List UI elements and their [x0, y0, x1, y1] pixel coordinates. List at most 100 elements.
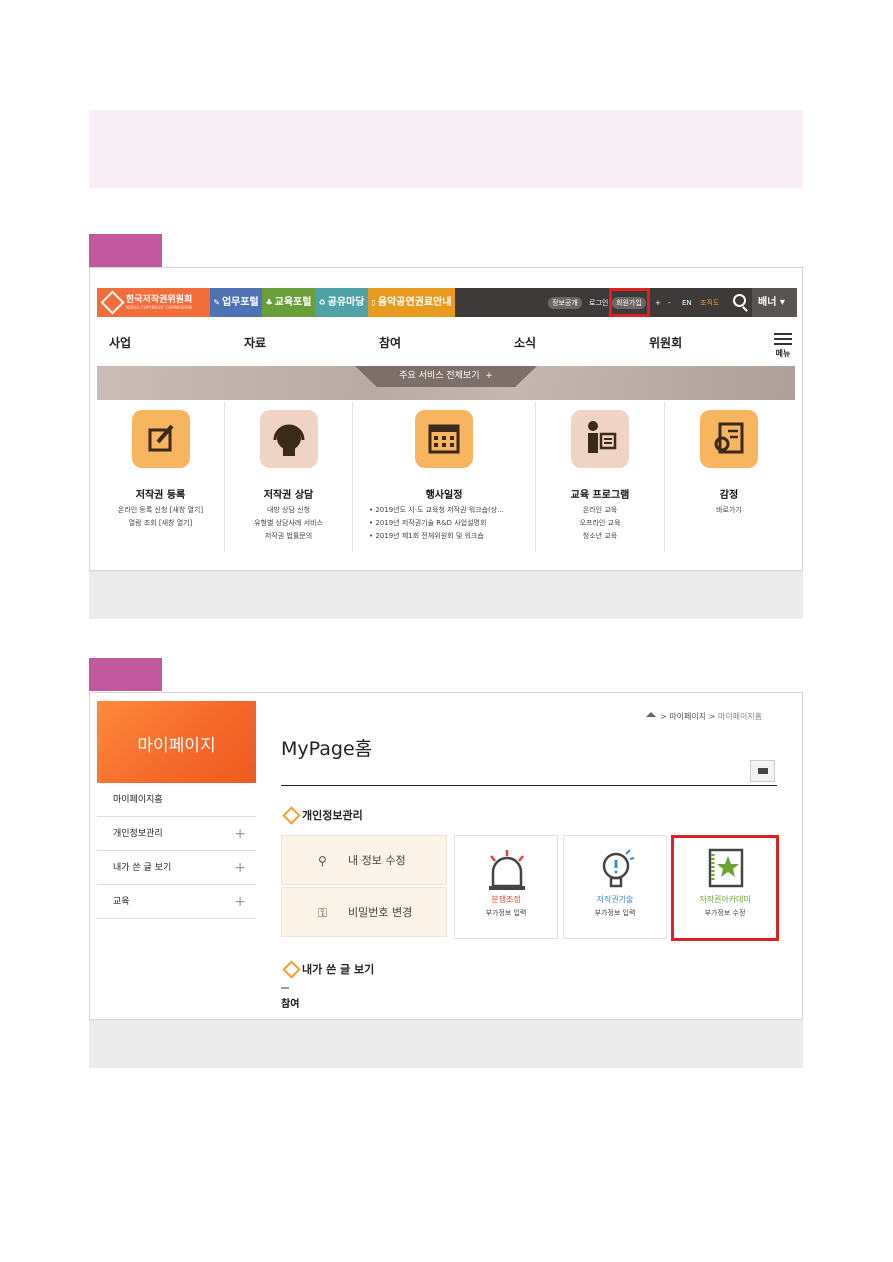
nav-committee[interactable]: 위원회: [649, 334, 682, 351]
service-link[interactable]: 내방 상담 신청: [225, 504, 352, 517]
document-search-icon: [700, 410, 758, 468]
edit-icon: [131, 410, 190, 468]
print-button[interactable]: [750, 760, 775, 782]
signup-highlight: [609, 288, 650, 317]
sidebar-title: 마이페이지: [137, 736, 216, 756]
banner-label: 배너: [758, 297, 777, 308]
sidebar-header: 마이페이지: [97, 701, 256, 783]
service-consulting[interactable]: 저작권 상담 내방 상담 신청 유형별 상담사례 서비스 저작권 법률문의: [225, 402, 353, 552]
headset-icon: [259, 410, 318, 468]
home-icon[interactable]: [646, 712, 656, 717]
title-divider: [281, 785, 777, 786]
sidebar-item-mypage-home[interactable]: 마이페이지홈: [97, 783, 256, 817]
menu-button[interactable]: 메뉴: [774, 333, 792, 359]
tab-participation[interactable]: 참여: [281, 995, 299, 1010]
top-bar: 한국저작권위원회 KOREA COPYRIGHT COMMISSION ✎ 업무포…: [97, 288, 797, 317]
card-dispute-mediation[interactable]: 분쟁조정 부가정보 입력: [454, 835, 558, 939]
breadcrumb-item: 마이페이지홈: [717, 712, 763, 721]
plus-icon[interactable]: +: [234, 885, 246, 919]
caption-bar-2: [89, 1020, 803, 1068]
teacher-icon: [571, 410, 629, 468]
homepage-screenshot: 한국저작권위원회 KOREA COPYRIGHT COMMISSION ✎ 업무포…: [89, 267, 803, 571]
service-title: 감정: [719, 490, 739, 501]
breadcrumb-item[interactable]: 마이페이지: [669, 712, 706, 721]
link-org-chart[interactable]: 조직도: [700, 297, 719, 309]
mic-icon: ♣: [265, 298, 273, 307]
service-link[interactable]: 온라인 등록 신청 [새창 열기]: [97, 504, 224, 517]
service-title: 교육 프로그램: [570, 490, 630, 501]
nav-business[interactable]: 사업: [109, 334, 131, 351]
service-education[interactable]: 교육 프로그램 온라인 교육 오프라인 교육 청소년 교육: [536, 402, 665, 552]
portal-label: 음악공연권료안내: [377, 297, 452, 308]
service-link[interactable]: 열람 조회 [새창 열기]: [97, 517, 224, 530]
service-title: 저작권 등록: [135, 490, 186, 501]
sidebar-item-education[interactable]: 교육 +: [97, 885, 256, 919]
event-item[interactable]: • 2019년 제1회 전체위원회 및 워크숍: [353, 530, 535, 543]
zoom-in-button[interactable]: +: [655, 297, 661, 309]
service-band: 주요 서비스 전체보기 +: [97, 366, 795, 400]
edit-my-info-button[interactable]: ⚲ 내 정보 수정: [281, 835, 447, 885]
service-link[interactable]: 오프라인 교육: [536, 517, 664, 530]
zoom-out-button[interactable]: -: [668, 297, 671, 309]
event-item[interactable]: • 2019년도 시·도 교육청 저작권 워크숍(상...: [353, 504, 535, 517]
nav-participate[interactable]: 참여: [379, 334, 401, 351]
button-label: 비밀번호 변경: [348, 906, 413, 919]
link-english[interactable]: EN: [682, 297, 692, 309]
section-title-my-posts: 내가 쓴 글 보기: [285, 961, 374, 977]
service-appraisal[interactable]: 감정 바로가기: [665, 402, 793, 552]
caret-down-icon: ▾: [779, 297, 785, 308]
service-events[interactable]: 행사일정 • 2019년도 시·도 교육청 저작권 워크숍(상... • 201…: [353, 402, 536, 552]
section-tag-1: [89, 234, 162, 267]
section-tag-2: [89, 658, 162, 691]
hamburger-icon: [774, 333, 792, 335]
service-title: 행사일정: [425, 490, 463, 501]
menu-label: 메뉴: [775, 349, 791, 358]
calendar-icon: [415, 410, 473, 468]
service-link[interactable]: 유형별 상담사례 서비스: [225, 517, 352, 530]
sidebar-item-personal-info[interactable]: 개인정보관리 +: [97, 817, 256, 851]
portal-share[interactable]: ♻ 공유마당: [315, 288, 368, 317]
share-icon: ♻: [318, 298, 326, 307]
brand-mark-icon: [100, 290, 125, 315]
service-registration[interactable]: 저작권 등록 온라인 등록 신청 [새창 열기] 열람 조회 [새창 열기]: [97, 402, 225, 552]
page-title: MyPage홈: [281, 738, 373, 760]
search-icon[interactable]: [733, 294, 746, 307]
nav-news[interactable]: 소식: [514, 334, 536, 351]
service-link[interactable]: 온라인 교육: [536, 504, 664, 517]
key-icon: ⚿: [318, 906, 328, 920]
service-link[interactable]: 저작권 법률문의: [225, 530, 352, 543]
change-password-button[interactable]: ⚿ 비밀번호 변경: [281, 887, 447, 937]
card-title: 분쟁조정: [491, 895, 521, 904]
portal-music[interactable]: ▯ 음악공연권료안내: [368, 288, 455, 317]
all-services-tab[interactable]: 주요 서비스 전체보기 +: [355, 366, 537, 387]
academy-highlight: [671, 835, 779, 941]
breadcrumb: > 마이페이지 > 마이페이지홈: [646, 711, 762, 722]
note-box: [89, 110, 803, 188]
service-link[interactable]: 청소년 교육: [536, 530, 664, 543]
plus-icon[interactable]: +: [234, 851, 246, 885]
sidebar-item-label: 마이페이지홈: [113, 795, 163, 805]
button-label: 내 정보 수정: [348, 854, 406, 867]
link-login[interactable]: 로그인: [589, 297, 608, 309]
book-icon: ▯: [371, 298, 376, 307]
banner-button[interactable]: 배너 ▾: [752, 288, 797, 317]
portal-label: 교육포털: [274, 297, 312, 308]
card-subtitle: 부가정보 입력: [594, 909, 636, 917]
breadcrumb-separator: >: [660, 712, 667, 721]
sidebar-item-label: 내가 쓴 글 보기: [113, 863, 172, 873]
event-item[interactable]: • 2019년 저작권기술 R&D 사업설명회: [353, 517, 535, 530]
card-title: 저작권기술: [596, 895, 634, 904]
sidebar-item-my-posts[interactable]: 내가 쓴 글 보기 +: [97, 851, 256, 885]
link-info-disclosure[interactable]: 정보공개: [548, 297, 582, 309]
plus-icon[interactable]: +: [234, 817, 246, 851]
tab-indicator: [281, 987, 289, 989]
service-link[interactable]: 바로가기: [665, 504, 793, 517]
nav-resources[interactable]: 자료: [244, 334, 266, 351]
siren-icon: [455, 836, 557, 894]
portal-work[interactable]: ✎ 업무포털: [210, 288, 262, 317]
brand-subtitle: KOREA COPYRIGHT COMMISSION: [126, 305, 192, 310]
portal-education[interactable]: ♣ 교육포털: [262, 288, 315, 317]
card-copyright-tech[interactable]: 저작권기술 부가정보 입력: [563, 835, 667, 939]
breadcrumb-separator: >: [708, 712, 716, 721]
brand-logo[interactable]: 한국저작권위원회 KOREA COPYRIGHT COMMISSION: [97, 288, 210, 317]
